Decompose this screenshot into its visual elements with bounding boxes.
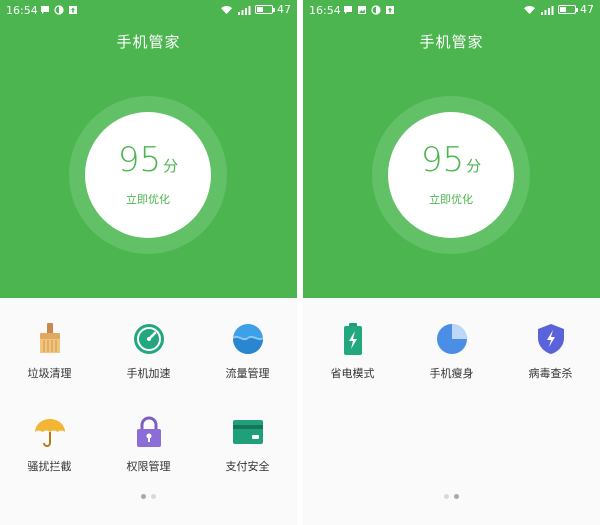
wifi-icon xyxy=(524,5,535,14)
score-button[interactable]: 95 分 立即优化 xyxy=(85,112,211,238)
half-moon-icon xyxy=(54,5,64,15)
tool-label: 流量管理 xyxy=(225,367,270,380)
padlock-icon xyxy=(136,416,161,447)
tool-virus-scan[interactable]: 病毒查杀 xyxy=(501,321,600,381)
page-dot[interactable] xyxy=(141,494,146,499)
upload-icon xyxy=(386,6,394,14)
tool-junk-clean[interactable]: 垃圾清理 xyxy=(0,321,99,381)
tool-label: 权限管理 xyxy=(126,460,171,473)
tool-label: 手机加速 xyxy=(126,367,171,380)
tool-phone-boost[interactable]: 手机加速 xyxy=(99,321,198,381)
speedometer-icon xyxy=(133,324,164,354)
battery-bolt-icon xyxy=(343,323,362,355)
score-unit: 分 xyxy=(163,157,179,175)
page-dot[interactable] xyxy=(454,494,459,499)
tool-power-saving[interactable]: 省电模式 xyxy=(303,321,402,381)
score-display: 95 分 xyxy=(85,140,211,180)
half-moon-icon xyxy=(371,5,381,15)
tool-label: 手机瘦身 xyxy=(429,367,474,380)
status-bar: 16:54 47 xyxy=(303,0,600,22)
header-panel: 16:54 47 手机管家 95 分 立即优化 xyxy=(303,0,600,298)
tool-label: 垃圾清理 xyxy=(27,367,72,380)
page-dot[interactable] xyxy=(444,494,449,499)
score-ring: 95 分 立即优化 xyxy=(69,96,227,254)
signal-icon xyxy=(238,5,251,15)
tool-label: 支付安全 xyxy=(225,460,270,473)
page-indicator xyxy=(0,494,297,499)
shield-bolt-icon xyxy=(537,324,564,354)
score-value: 95 xyxy=(117,140,162,180)
status-time: 16:54 xyxy=(6,4,38,17)
status-bar: 16:54 47 xyxy=(0,0,297,22)
broom-icon xyxy=(39,323,60,353)
credit-card-icon xyxy=(232,420,263,444)
status-time: 16:54 xyxy=(309,4,341,17)
water-wave-icon xyxy=(232,324,263,354)
battery-icon xyxy=(558,5,578,14)
tool-payment-security[interactable]: 支付安全 xyxy=(198,414,297,474)
tool-permission-manage[interactable]: 权限管理 xyxy=(99,414,198,474)
tool-spam-block[interactable]: 骚扰拦截 xyxy=(0,414,99,474)
tool-label: 病毒查杀 xyxy=(528,367,573,380)
tool-phone-slimming[interactable]: 手机瘦身 xyxy=(402,321,501,381)
score-value: 95 xyxy=(420,140,465,180)
chat-bubble-icon xyxy=(344,6,352,14)
pie-chart-icon xyxy=(436,324,467,354)
battery-icon xyxy=(255,5,275,14)
chat-bubble-icon xyxy=(41,6,49,14)
battery-level: 47 xyxy=(580,3,594,16)
app-title: 手机管家 xyxy=(419,33,484,51)
tool-label: 骚扰拦截 xyxy=(27,460,72,473)
upload-icon xyxy=(69,6,77,14)
score-display: 95 分 xyxy=(388,140,514,180)
battery-level: 47 xyxy=(277,3,291,16)
tool-label: 省电模式 xyxy=(330,367,375,380)
page-dot[interactable] xyxy=(151,494,156,499)
signal-icon xyxy=(541,5,554,15)
optimize-now-link[interactable]: 立即优化 xyxy=(388,191,514,207)
wifi-icon xyxy=(221,5,232,14)
page-indicator xyxy=(303,494,600,499)
score-unit: 分 xyxy=(466,157,482,175)
score-ring: 95 分 立即优化 xyxy=(372,96,530,254)
image-icon xyxy=(358,6,366,14)
score-button[interactable]: 95 分 立即优化 xyxy=(388,112,514,238)
tool-traffic-manage[interactable]: 流量管理 xyxy=(198,321,297,381)
optimize-now-link[interactable]: 立即优化 xyxy=(85,191,211,207)
header-panel: 16:54 47 手机管家 95 分 立即优化 xyxy=(0,0,297,298)
screen-left: 16:54 47 手机管家 95 分 立即优化 垃圾清理 手机加速 流量管理 骚… xyxy=(0,0,297,525)
umbrella-icon xyxy=(34,419,65,447)
screen-right: 16:54 47 手机管家 95 分 立即优化 省电模式 手机瘦身 病毒查杀 xyxy=(303,0,600,525)
app-title: 手机管家 xyxy=(116,33,181,51)
